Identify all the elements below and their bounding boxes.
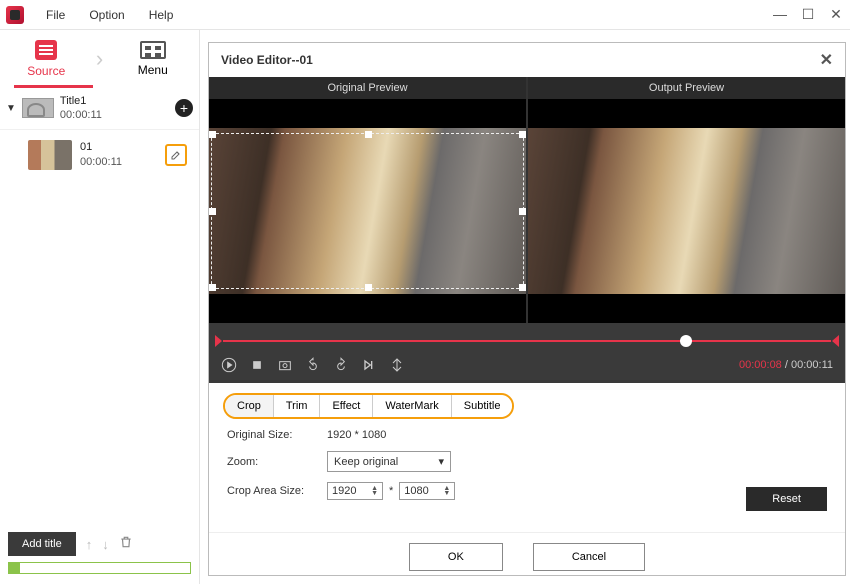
play-icon[interactable] <box>221 357 237 373</box>
window-controls: — ☐ ✕ <box>772 6 844 23</box>
flip-icon[interactable] <box>389 357 405 373</box>
title-text: Title1 00:00:11 <box>60 94 169 123</box>
title-thumbnail <box>22 98 54 118</box>
left-panel: Source › Menu ▼ Title1 00:00:11 + 01 00: <box>0 30 200 584</box>
menu-help[interactable]: Help <box>137 2 186 28</box>
cancel-button[interactable]: Cancel <box>533 543 645 571</box>
timeline[interactable] <box>209 323 845 353</box>
player-controls: 00:00:08 / 00:00:11 <box>209 353 845 383</box>
timeline-end-marker[interactable] <box>832 335 839 347</box>
tab-watermark[interactable]: WaterMark <box>373 395 451 417</box>
zoom-label: Zoom: <box>227 456 327 468</box>
original-size-value: 1920 * 1080 <box>327 429 386 441</box>
crop-height-input[interactable]: 1080 ▲▼ <box>399 482 455 500</box>
crop-handle-tl[interactable] <box>209 131 216 138</box>
tab-subtitle[interactable]: Subtitle <box>452 395 513 417</box>
output-preview: Output Preview <box>528 77 845 323</box>
crop-handle-bc[interactable] <box>365 284 372 291</box>
source-icon <box>35 40 57 60</box>
reset-button[interactable]: Reset <box>746 487 827 511</box>
expand-icon[interactable]: ▼ <box>6 103 16 114</box>
crop-handle-tc[interactable] <box>365 131 372 138</box>
time-display: 00:00:08 / 00:00:11 <box>739 359 833 371</box>
original-preview: Original Preview <box>209 77 528 323</box>
multiply-icon: * <box>389 485 393 497</box>
next-frame-icon[interactable] <box>361 357 377 373</box>
tab-effect[interactable]: Effect <box>320 395 373 417</box>
menu-option[interactable]: Option <box>77 2 136 28</box>
rotate-left-icon[interactable] <box>305 357 321 373</box>
crop-handle-tr[interactable] <box>519 131 526 138</box>
minimize-button[interactable]: — <box>772 6 788 23</box>
menu-file[interactable]: File <box>34 2 77 28</box>
ok-button[interactable]: OK <box>409 543 503 571</box>
crop-frame[interactable] <box>211 133 524 289</box>
clip-row[interactable]: 01 00:00:11 <box>0 130 199 180</box>
menubar: File Option Help — ☐ ✕ <box>0 0 850 30</box>
crop-handle-lc[interactable] <box>209 208 216 215</box>
crop-area-label: Crop Area Size: <box>227 485 327 497</box>
clip-text: 01 00:00:11 <box>80 140 157 169</box>
tab-menu[interactable]: Menu <box>107 30 200 88</box>
timeline-start-marker[interactable] <box>215 335 222 347</box>
crop-width-input[interactable]: 1920 ▲▼ <box>327 482 383 500</box>
video-editor-dialog: Video Editor--01 ✕ Original Preview <box>208 42 846 576</box>
dialog-close-button[interactable]: ✕ <box>820 50 833 70</box>
output-video-frame <box>528 128 845 294</box>
edit-clip-button[interactable] <box>165 144 187 166</box>
tab-menu-label: Menu <box>138 63 168 77</box>
crop-handle-bl[interactable] <box>209 284 216 291</box>
original-size-label: Original Size: <box>227 429 327 441</box>
clip-thumbnail <box>28 140 72 170</box>
tab-trim[interactable]: Trim <box>274 395 321 417</box>
original-preview-label: Original Preview <box>209 77 526 99</box>
progress-bar <box>8 562 191 574</box>
timeline-playhead[interactable] <box>680 335 692 347</box>
edit-tabs: Crop Trim Effect WaterMark Subtitle <box>223 393 514 419</box>
chevron-down-icon: ▾ <box>438 455 444 468</box>
tab-source[interactable]: Source <box>0 30 93 88</box>
dialog-title: Video Editor--01 <box>221 53 313 67</box>
tab-crop[interactable]: Crop <box>225 395 274 417</box>
tab-arrow-icon: › <box>93 30 107 88</box>
crop-handle-rc[interactable] <box>519 208 526 215</box>
close-button[interactable]: ✕ <box>828 6 844 23</box>
delete-icon[interactable] <box>119 535 133 554</box>
crop-handle-br[interactable] <box>519 284 526 291</box>
stop-icon[interactable] <box>249 357 265 373</box>
output-preview-label: Output Preview <box>528 77 845 99</box>
add-clip-button[interactable]: + <box>175 99 193 117</box>
menu-icon <box>140 41 166 59</box>
timeline-track[interactable] <box>223 340 831 342</box>
rotate-right-icon[interactable] <box>333 357 349 373</box>
title-row[interactable]: ▼ Title1 00:00:11 + <box>0 88 199 130</box>
add-title-button[interactable]: Add title <box>8 532 76 556</box>
move-up-icon[interactable]: ↑ <box>86 537 93 552</box>
app-icon <box>6 6 24 24</box>
snapshot-icon[interactable] <box>277 357 293 373</box>
maximize-button[interactable]: ☐ <box>800 6 816 23</box>
tab-source-label: Source <box>27 64 65 78</box>
move-down-icon[interactable]: ↓ <box>102 537 109 552</box>
zoom-select[interactable]: Keep original ▾ <box>327 451 451 472</box>
